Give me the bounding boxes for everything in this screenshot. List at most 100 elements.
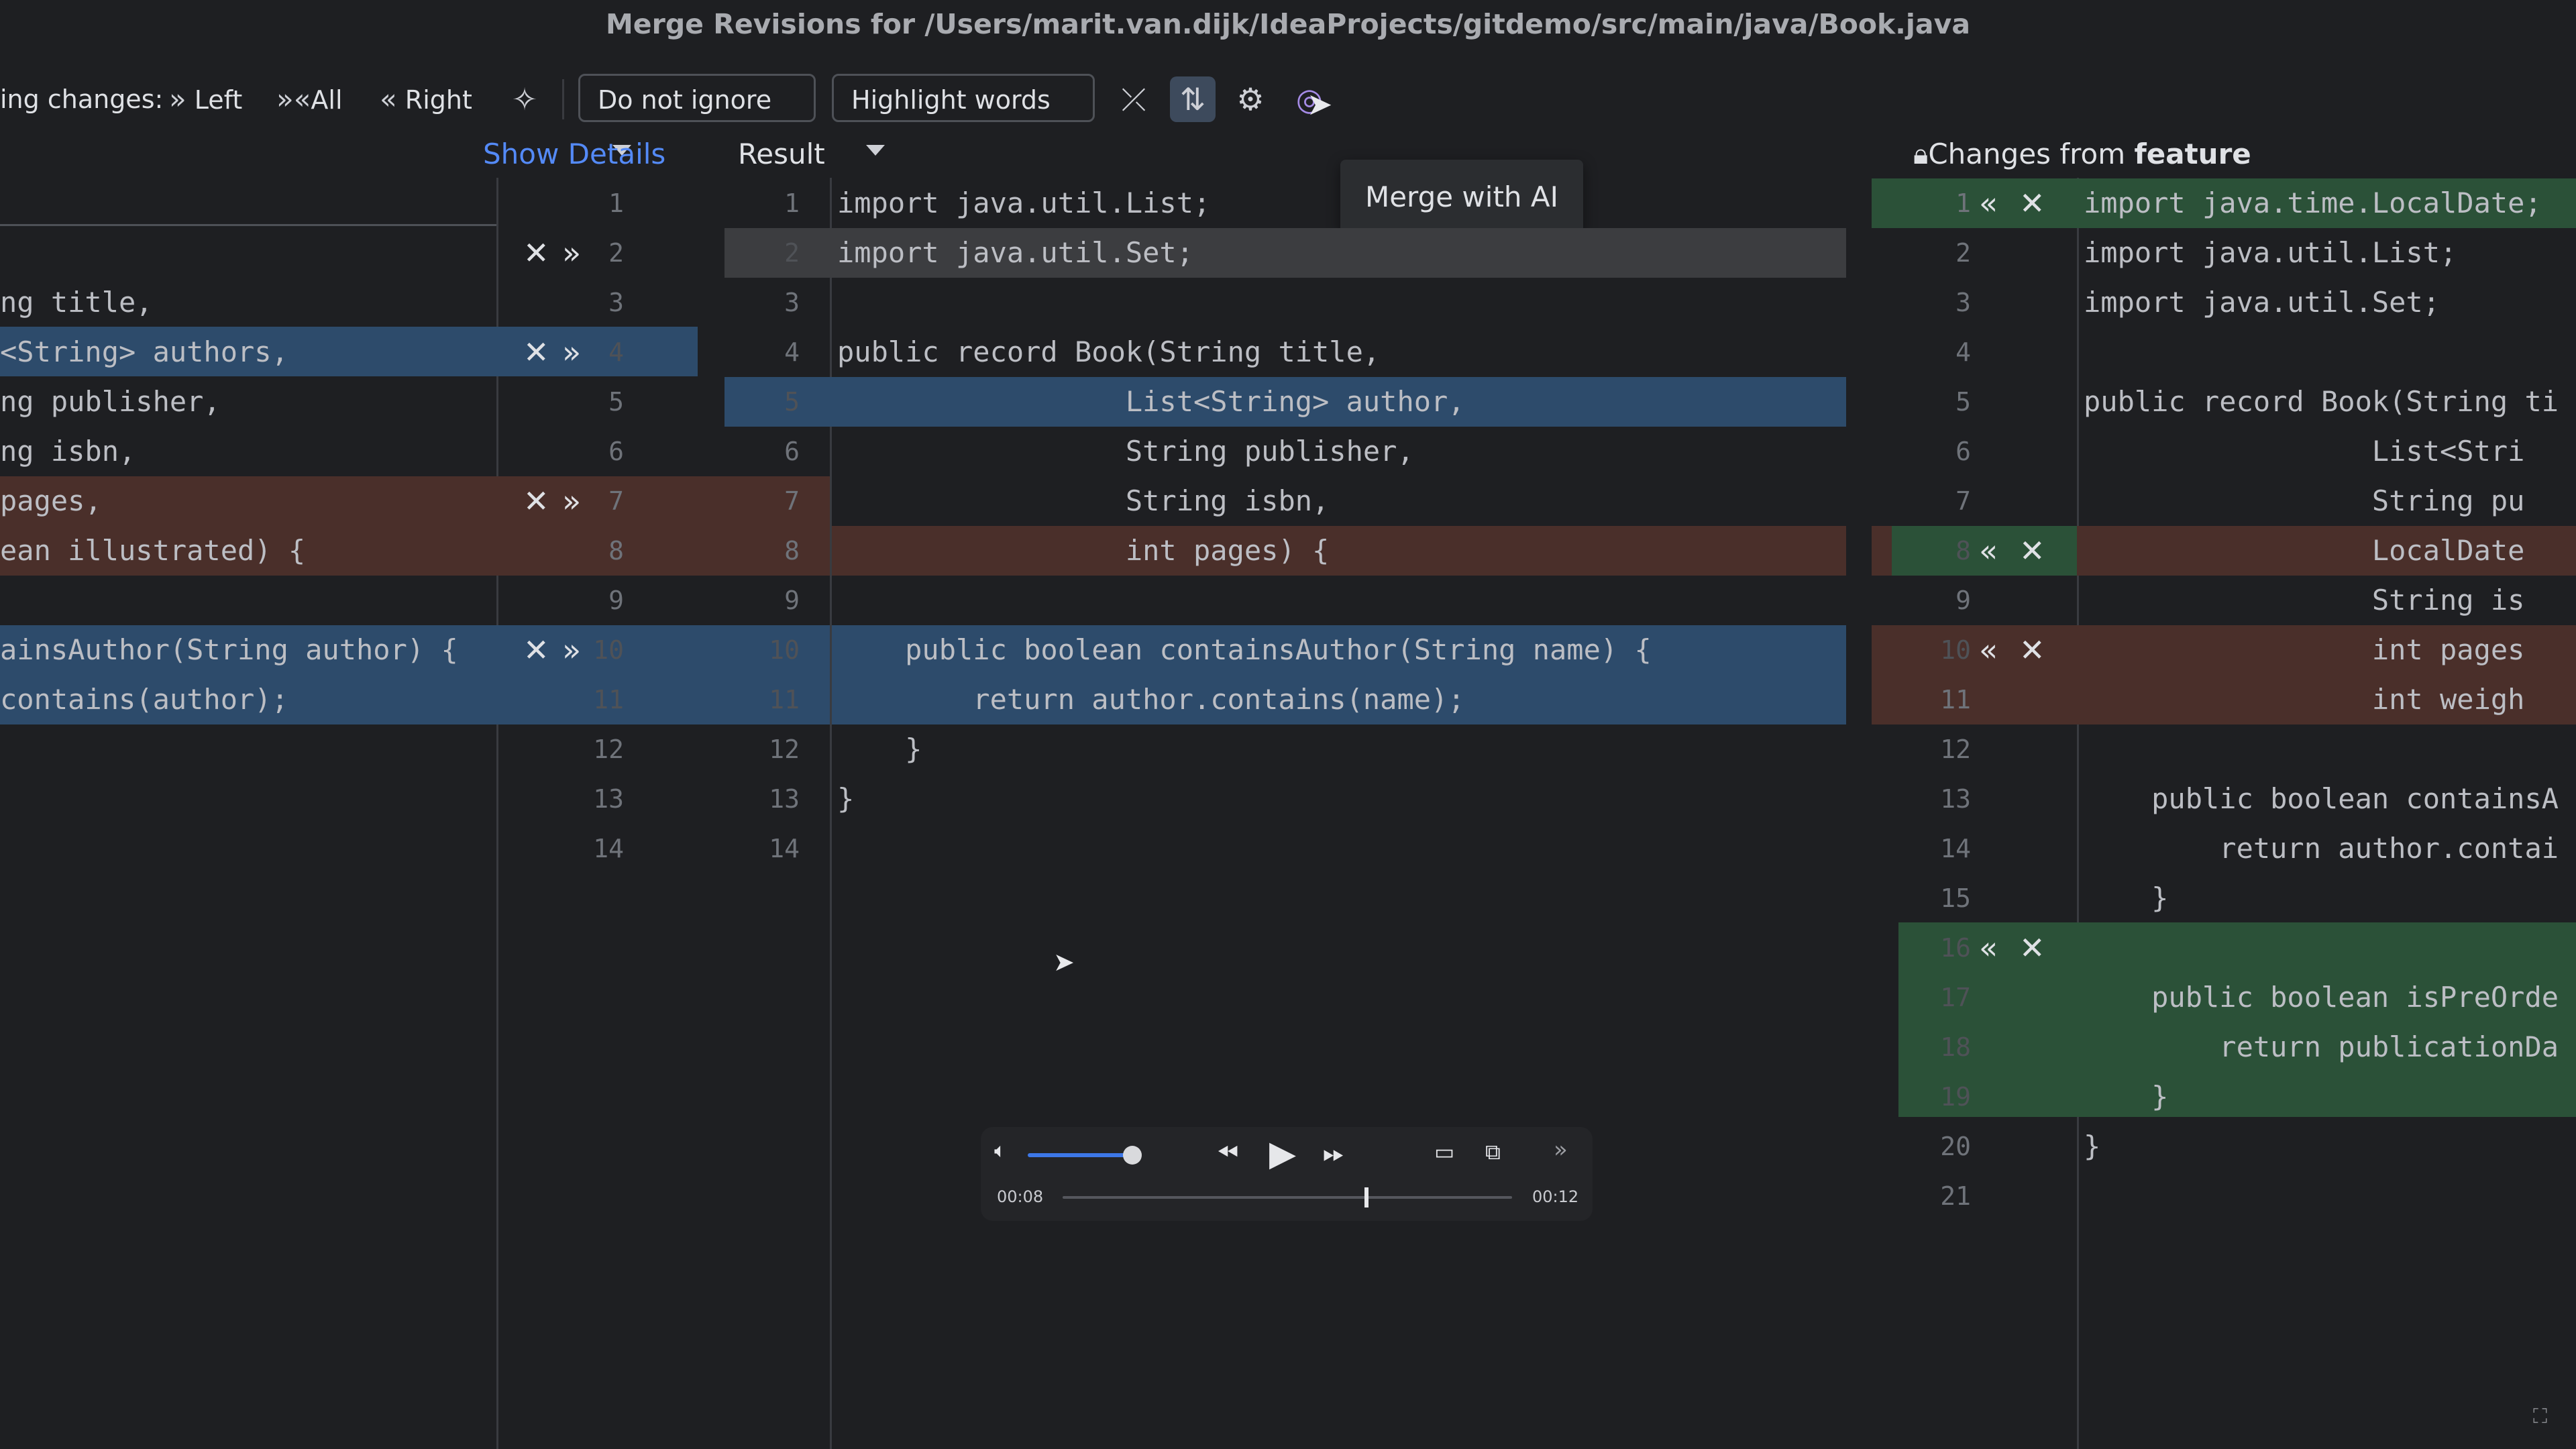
- accept-change-icon[interactable]: «: [1979, 923, 1998, 973]
- accept-change-icon[interactable]: »: [562, 327, 581, 377]
- line-number: 3: [1955, 288, 1971, 317]
- code-line: public boolean containsAuthor(String nam…: [837, 633, 1652, 666]
- line-number: 8: [784, 536, 800, 566]
- code-line: }: [837, 782, 855, 815]
- code-line: List<Stri: [2084, 435, 2525, 468]
- ignore-change-icon[interactable]: ✕: [523, 625, 549, 675]
- line-number: 8: [608, 536, 624, 566]
- accept-change-icon[interactable]: »: [562, 625, 581, 675]
- code-line: return author.contai: [2084, 832, 2559, 865]
- mouse-cursor-icon: ➤: [1307, 86, 1333, 122]
- line-number: 21: [1940, 1181, 1971, 1211]
- fullscreen-icon[interactable]: ⛶: [2533, 1405, 2547, 1428]
- ignore-change-icon[interactable]: ✕: [2019, 178, 2045, 228]
- code-line: int weigh: [2084, 683, 2525, 716]
- code-line: public record Book(String title,: [837, 335, 1381, 368]
- code-line: import java.util.Set;: [2084, 286, 2440, 319]
- code-line: }: [2084, 881, 2169, 914]
- double-chevron-right-icon: »: [169, 83, 186, 115]
- line-number: 7: [1955, 486, 1971, 516]
- accept-change-icon[interactable]: »: [562, 476, 581, 526]
- volume-slider[interactable]: [1028, 1153, 1132, 1157]
- ignore-change-icon[interactable]: ✕: [2019, 526, 2045, 576]
- airplay-icon[interactable]: ▭: [1434, 1139, 1454, 1165]
- code-line: public boolean containsA: [2084, 782, 2559, 815]
- line-number: 8: [1955, 536, 1971, 566]
- line-number: 13: [769, 784, 800, 814]
- volume-slider-knob[interactable]: [1123, 1146, 1142, 1165]
- chevron-down-icon: [866, 144, 885, 156]
- line-number: 12: [1940, 735, 1971, 764]
- accept-change-icon[interactable]: «: [1979, 178, 1998, 228]
- apply-all-button[interactable]: »«All: [276, 64, 343, 134]
- merge-toolbar: ing changes: » Left »«All « Right ✧ Do n…: [0, 64, 2576, 156]
- line-number: 6: [1955, 437, 1971, 466]
- elapsed-time: 00:08: [997, 1187, 1044, 1206]
- ignore-change-icon[interactable]: ✕: [2019, 923, 2045, 973]
- line-number: 3: [608, 288, 624, 317]
- line-number: 2: [1955, 238, 1971, 268]
- picture-in-picture-icon[interactable]: ⧉: [1485, 1139, 1501, 1165]
- window-title: Merge Revisions for /Users/marit.van.dij…: [606, 8, 1970, 40]
- ignore-change-icon[interactable]: ✕: [523, 228, 549, 278]
- gear-icon[interactable]: ⚙: [1228, 76, 1273, 122]
- mouse-cursor-icon: ➤: [1053, 947, 1075, 977]
- line-number: 9: [608, 586, 624, 615]
- ignore-change-icon[interactable]: ✕: [523, 327, 549, 377]
- accept-change-icon[interactable]: »: [562, 228, 581, 278]
- code-line: }: [837, 733, 922, 765]
- line-number: 14: [593, 834, 624, 863]
- code-line: String publisher,: [837, 435, 1414, 468]
- ignore-change-icon[interactable]: ✕: [523, 476, 549, 526]
- line-number: 1: [608, 189, 624, 218]
- fast-forward-icon[interactable]: ⏩︎: [1323, 1138, 1344, 1169]
- line-number: 14: [1940, 834, 1971, 863]
- ignore-whitespace-dropdown[interactable]: Do not ignore: [578, 74, 816, 156]
- apply-left-button[interactable]: » Left: [169, 64, 242, 134]
- accept-change-icon[interactable]: «: [1979, 625, 1998, 675]
- code-line: return publicationDa: [2084, 1030, 2559, 1063]
- code-line: <String> authors,: [0, 335, 288, 368]
- play-icon[interactable]: ▶︎: [1269, 1134, 1296, 1174]
- line-number: 20: [1940, 1132, 1971, 1161]
- apply-right-button[interactable]: « Right: [380, 64, 472, 134]
- code-line: import java.time.LocalDate;: [2084, 186, 2542, 219]
- code-line: String isbn,: [837, 484, 1330, 517]
- lock-icon: 🔒︎: [1913, 138, 1929, 170]
- line-number: 11: [769, 685, 800, 714]
- volume-icon[interactable]: 🔈︎: [994, 1139, 1006, 1163]
- line-number: 1: [784, 189, 800, 218]
- playback-scrubber[interactable]: [1364, 1187, 1368, 1208]
- line-number: 19: [1940, 1082, 1971, 1112]
- playback-progress-bar[interactable]: [1063, 1196, 1512, 1199]
- line-number: 15: [1940, 883, 1971, 913]
- toolbar-divider: [562, 79, 564, 119]
- highlight-mode-dropdown[interactable]: Highlight words: [832, 74, 1095, 156]
- line-number: 13: [1940, 784, 1971, 814]
- accept-change-icon[interactable]: «: [1979, 526, 1998, 576]
- collapse-unchanged-icon[interactable]: ⤫: [1111, 76, 1157, 122]
- line-number: 6: [784, 437, 800, 466]
- magic-resolve-icon[interactable]: ✧: [502, 76, 547, 122]
- code-line: }: [2084, 1130, 2101, 1163]
- line-number: 10: [1940, 635, 1971, 665]
- line-number: 5: [608, 387, 624, 417]
- code-line: import java.util.List;: [2084, 236, 2457, 269]
- code-line: LocalDate: [2084, 534, 2525, 567]
- code-line: pages,: [0, 484, 102, 517]
- line-number: 1: [1955, 189, 1971, 218]
- code-line: ng publisher,: [0, 385, 221, 418]
- merge-with-ai-tooltip: Merge with AI: [1340, 160, 1583, 235]
- changes-from-header: 🔒︎Changes from feature: [1913, 138, 2251, 170]
- apply-changes-label: ing changes:: [0, 85, 164, 114]
- ignore-change-icon[interactable]: ✕: [2019, 625, 2045, 675]
- line-number: 17: [1940, 983, 1971, 1012]
- line-number: 18: [1940, 1032, 1971, 1062]
- sync-scroll-icon[interactable]: ⇅: [1170, 76, 1216, 122]
- code-line: ainsAuthor(String author) {: [0, 633, 458, 666]
- more-icon[interactable]: »: [1554, 1136, 1568, 1163]
- line-number: 16: [1940, 933, 1971, 963]
- line-number: 5: [1955, 387, 1971, 417]
- rewind-icon[interactable]: ⏪︎: [1217, 1138, 1238, 1169]
- show-details-link[interactable]: Show Details: [483, 134, 665, 174]
